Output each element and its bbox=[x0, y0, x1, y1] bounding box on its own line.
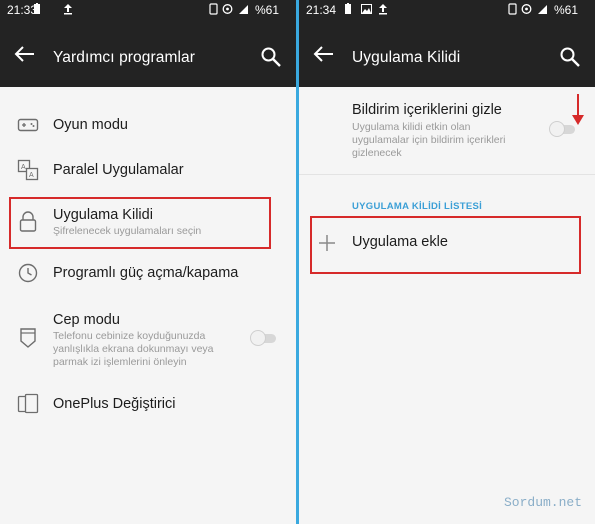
setting-label: Bildirim içeriklerini gizle bbox=[352, 102, 502, 118]
list-item-subtitle: yanlışlıkla ekrana dokunmayı veya bbox=[53, 343, 214, 355]
svg-text:A: A bbox=[21, 164, 26, 171]
search-icon[interactable] bbox=[559, 46, 581, 68]
section-divider bbox=[299, 174, 595, 175]
battery-percent: %61 bbox=[554, 3, 579, 17]
page-title: Yardımcı programlar bbox=[53, 49, 196, 66]
status-time: 21:34 bbox=[306, 3, 337, 17]
toolbar: Yardımcı programlar bbox=[0, 20, 296, 87]
pocket-icon bbox=[17, 327, 39, 349]
upload-icon bbox=[378, 3, 388, 19]
svg-text:A: A bbox=[29, 172, 34, 179]
setting-subtitle: Uygulama kilidi etkin olan bbox=[352, 121, 471, 133]
gamepad-icon bbox=[17, 114, 39, 136]
page-title: Uygulama Kilidi bbox=[352, 49, 461, 66]
plus-icon bbox=[316, 232, 338, 254]
signal-icon bbox=[238, 3, 249, 19]
list-item-label: Uygulama Kilidi bbox=[53, 207, 153, 223]
phone-signal-icon bbox=[508, 3, 517, 19]
list-item-label: Programlı güç açma/kapama bbox=[53, 265, 239, 281]
list-item-label: Cep modu bbox=[53, 312, 120, 328]
list-item-game-mode[interactable]: Oyun modu bbox=[0, 105, 296, 145]
phone-signal-icon bbox=[209, 3, 218, 19]
clock-icon bbox=[17, 262, 39, 284]
section-header: UYGULAMA KİLİDİ LİSTESİ bbox=[352, 201, 483, 212]
back-arrow-icon[interactable] bbox=[313, 44, 335, 64]
setting-subtitle: uygulamalar için bildirim içerikleri bbox=[352, 134, 506, 146]
search-icon[interactable] bbox=[260, 46, 282, 68]
add-app-label: Uygulama ekle bbox=[352, 234, 448, 250]
right-screen: 21:34 %61 Uygulama Kilidi Bildirim içeri… bbox=[299, 0, 595, 524]
phone-switch-icon bbox=[17, 393, 39, 415]
battery-charging-icon bbox=[344, 3, 352, 19]
list-item-oneplus-switch[interactable]: OnePlus Değiştirici bbox=[0, 384, 296, 424]
lock-icon bbox=[17, 210, 39, 232]
list-item-app-lock[interactable]: Uygulama Kilidi Şifrelenecek uygulamalar… bbox=[0, 198, 296, 248]
upload-icon bbox=[63, 3, 73, 19]
signal-icon bbox=[537, 3, 548, 19]
list-item-subtitle: parmak izi işlemlerini önleyin bbox=[53, 356, 187, 368]
battery-charging-icon bbox=[33, 3, 41, 19]
status-bar: 21:34 %61 bbox=[299, 0, 595, 20]
red-arrow-icon bbox=[571, 93, 585, 127]
data-saver-icon bbox=[222, 3, 233, 19]
list-item-label: OnePlus Değiştirici bbox=[53, 396, 176, 412]
pocket-mode-toggle[interactable] bbox=[250, 330, 278, 346]
list-item-label: Oyun modu bbox=[53, 117, 128, 133]
battery-percent: %61 bbox=[255, 3, 280, 17]
watermark: Sordum.net bbox=[503, 495, 582, 510]
list-item-subtitle: Şifrelenecek uygulamaları seçin bbox=[53, 225, 202, 237]
setting-subtitle: gizlenecek bbox=[352, 147, 402, 159]
add-app-item[interactable]: Uygulama ekle bbox=[299, 222, 595, 264]
status-bar: 21:33 %61 bbox=[0, 0, 296, 20]
parallel-apps-icon: AA bbox=[17, 159, 39, 181]
toolbar: Uygulama Kilidi bbox=[299, 20, 595, 87]
list-item-subtitle: Telefonu cebinize koyduğunuzda bbox=[53, 330, 206, 342]
left-screen: 21:33 %61 Yardımcı programlar Oyun modu … bbox=[0, 0, 296, 524]
image-icon bbox=[361, 3, 372, 19]
list-item-label: Paralel Uygulamalar bbox=[53, 162, 184, 178]
data-saver-icon bbox=[521, 3, 532, 19]
back-arrow-icon[interactable] bbox=[14, 44, 36, 64]
list-item-scheduled-power[interactable]: Programlı güç açma/kapama bbox=[0, 253, 296, 293]
list-item-parallel-apps[interactable]: AA Paralel Uygulamalar bbox=[0, 150, 296, 190]
